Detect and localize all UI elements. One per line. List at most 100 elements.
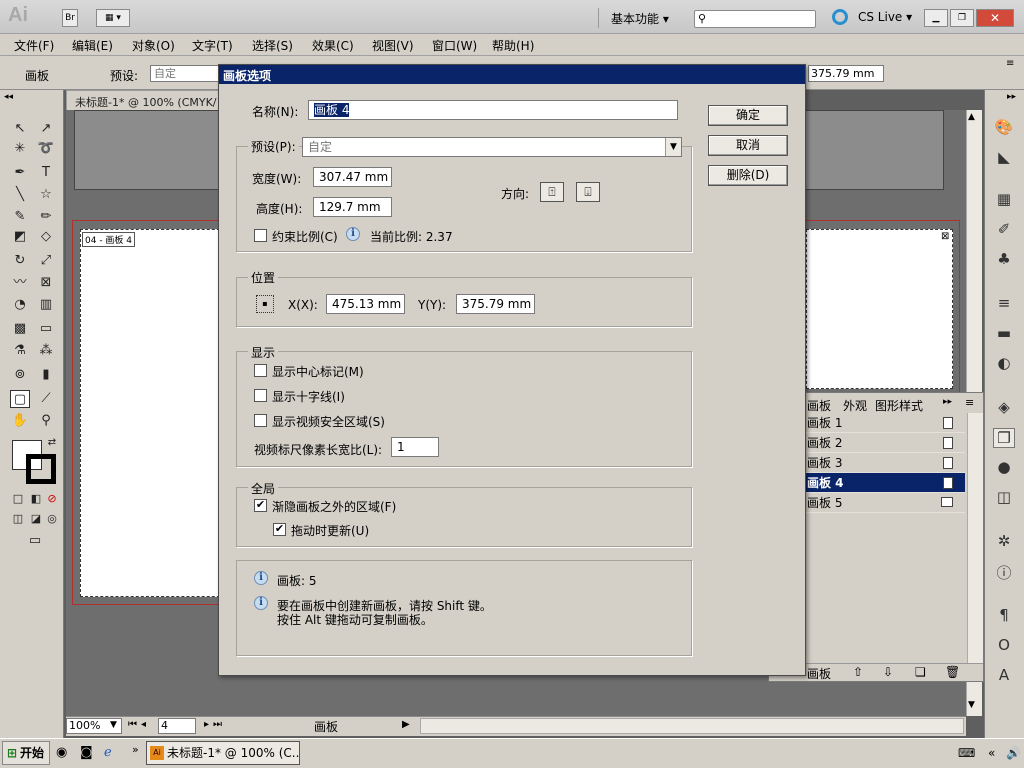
none-mode-icon[interactable]: ⊘ bbox=[42, 490, 62, 508]
zoom-tool-icon[interactable]: ⚲ bbox=[36, 412, 56, 430]
brushes-icon[interactable]: ✐ bbox=[993, 220, 1015, 240]
keyboard-tray-icon[interactable]: ⌨ bbox=[958, 746, 975, 760]
file-manager-icon[interactable]: ◙ bbox=[80, 745, 93, 760]
panel-menu-icon[interactable]: ≡ bbox=[965, 396, 974, 409]
status-menu-icon[interactable]: ▶ bbox=[402, 719, 410, 730]
scale-tool-icon[interactable]: ⤢ bbox=[36, 252, 56, 270]
next-last-artboard-icons[interactable]: ▸⏭ bbox=[204, 719, 226, 730]
graph-tool-icon[interactable]: ▮ bbox=[36, 366, 56, 384]
menu-window[interactable]: 窗口(W) bbox=[432, 37, 477, 54]
magic-wand-tool-icon[interactable]: ✳ bbox=[10, 140, 30, 158]
constrain-checkbox[interactable] bbox=[254, 229, 267, 242]
start-button[interactable]: ⊞ 开始 bbox=[2, 741, 50, 765]
rotate-tool-icon[interactable]: ↻ bbox=[10, 252, 30, 270]
type-tool-icon[interactable]: T bbox=[36, 164, 56, 182]
shape-builder-tool-icon[interactable]: ◔ bbox=[10, 296, 30, 314]
expand-icon[interactable]: ▸▸ bbox=[1007, 92, 1016, 102]
gradient-icon[interactable]: ▬ bbox=[993, 324, 1015, 344]
reference-point-icon[interactable]: ▪ bbox=[256, 295, 274, 313]
new-artboard-icon[interactable]: ❏ bbox=[915, 665, 926, 679]
internet-explorer-icon[interactable]: ℯ bbox=[104, 745, 112, 760]
color-guide-icon[interactable]: ◣ bbox=[993, 148, 1015, 168]
workspace-switcher[interactable]: 基本功能 ▾ bbox=[611, 10, 669, 27]
portrait-orientation-button[interactable]: ⍐ bbox=[540, 182, 564, 202]
screen-mode-icon[interactable]: ▭ bbox=[22, 532, 48, 550]
quicklaunch-more-icon[interactable]: » bbox=[132, 743, 139, 756]
paragraph-icon[interactable]: ¶ bbox=[993, 606, 1015, 626]
show-center-mark-checkbox[interactable] bbox=[254, 364, 267, 377]
draw-normal-icon[interactable]: ◫ bbox=[8, 510, 28, 528]
height-field[interactable]: 129.7 mm bbox=[313, 197, 392, 217]
document-tab[interactable]: 未标题-1* @ 100% (CMYK/ bbox=[66, 90, 226, 110]
slice-tool-icon[interactable]: ⟋ bbox=[36, 390, 56, 408]
cancel-button[interactable]: 取消 bbox=[708, 135, 788, 156]
arrange-documents-button[interactable]: ▦ ▾ bbox=[96, 9, 130, 27]
appearance-icon[interactable]: ● bbox=[993, 458, 1015, 478]
tab-appearance[interactable]: 外观 bbox=[843, 397, 867, 414]
bridge-button[interactable]: Br bbox=[62, 9, 78, 27]
menu-help[interactable]: 帮助(H) bbox=[492, 37, 534, 54]
tray-expand-icon[interactable]: « bbox=[988, 746, 995, 760]
panel-expand-icon[interactable]: ▸▸ bbox=[943, 397, 952, 407]
star-tool-icon[interactable]: ☆ bbox=[36, 186, 56, 204]
ok-button[interactable]: 确定 bbox=[708, 105, 788, 126]
hand-tool-icon[interactable]: ✋ bbox=[10, 412, 30, 430]
line-tool-icon[interactable]: ╲ bbox=[10, 186, 30, 204]
swap-colors-icon[interactable]: ⇄ bbox=[42, 434, 62, 452]
menu-effect[interactable]: 效果(C) bbox=[312, 37, 354, 54]
preset-select[interactable]: 自定 ▼ bbox=[302, 137, 682, 157]
cs-live-menu[interactable]: CS Live ▾ bbox=[858, 10, 912, 24]
direct-selection-tool-icon[interactable]: ↗ bbox=[36, 120, 56, 138]
warp-tool-icon[interactable]: 〰 bbox=[10, 274, 30, 292]
stroke-color-swatch[interactable] bbox=[26, 454, 56, 484]
zoom-chevron-icon[interactable]: ▼ bbox=[110, 720, 117, 730]
collapse-icon[interactable]: ◂◂ bbox=[4, 92, 13, 102]
show-video-safe-checkbox[interactable] bbox=[254, 414, 267, 427]
draw-inside-icon[interactable]: ◎ bbox=[42, 510, 62, 528]
perspective-grid-tool-icon[interactable]: ▥ bbox=[36, 296, 56, 314]
info-panel-icon[interactable]: ⓘ bbox=[993, 562, 1015, 582]
artboard-tool-icon[interactable]: ▢ bbox=[10, 390, 30, 408]
pencil-tool-icon[interactable]: ✏ bbox=[36, 208, 56, 226]
color-panel-icon[interactable]: 🎨 bbox=[993, 118, 1015, 138]
delete-button[interactable]: 删除(D) bbox=[708, 165, 788, 186]
artboard-number-field[interactable]: 4 bbox=[158, 718, 196, 734]
artboards-icon[interactable]: ❐ bbox=[993, 428, 1015, 448]
y-field[interactable]: 375.79 mm bbox=[456, 294, 535, 314]
tab-graphic-styles[interactable]: 图形样式 bbox=[875, 397, 923, 414]
fade-outside-checkbox[interactable]: ✔ bbox=[254, 499, 267, 512]
gradient-tool-icon[interactable]: ▭ bbox=[36, 320, 56, 338]
character-icon[interactable]: A bbox=[993, 666, 1015, 686]
artboard-4[interactable] bbox=[80, 229, 230, 597]
scroll-down-icon[interactable]: ▼ bbox=[968, 700, 975, 710]
selection-tool-icon[interactable]: ↖ bbox=[10, 120, 30, 138]
artboard-close-icon[interactable]: ⊠ bbox=[941, 231, 949, 242]
transparency-icon[interactable]: ◐ bbox=[993, 354, 1015, 374]
lasso-tool-icon[interactable]: ➰ bbox=[36, 140, 56, 158]
free-transform-tool-icon[interactable]: ⊠ bbox=[36, 274, 56, 292]
restore-button[interactable]: ❐ bbox=[950, 9, 974, 27]
close-window-button[interactable]: ✕ bbox=[976, 9, 1014, 27]
panel-menu-icon[interactable]: ≡ bbox=[1006, 58, 1014, 69]
stroke-icon[interactable]: ≡ bbox=[993, 294, 1015, 314]
tab-artboards[interactable]: 画板 bbox=[807, 397, 831, 414]
control-y-field[interactable]: 375.79 mm bbox=[808, 65, 884, 82]
browser-icon[interactable]: ◉ bbox=[56, 745, 67, 760]
scroll-up-icon[interactable]: ▲ bbox=[968, 112, 975, 122]
symbol-sprayer-tool-icon[interactable]: ⊚ bbox=[10, 366, 30, 384]
panel-scrollbar[interactable] bbox=[967, 413, 983, 663]
mesh-tool-icon[interactable]: ▩ bbox=[10, 320, 30, 338]
show-cross-hairs-checkbox[interactable] bbox=[254, 389, 267, 402]
x-field[interactable]: 475.13 mm bbox=[326, 294, 405, 314]
pen-tool-icon[interactable]: ✒ bbox=[10, 164, 30, 182]
taskbar-illustrator-item[interactable]: Ai 未标题-1* @ 100% (C... bbox=[146, 741, 300, 765]
pixel-aspect-ratio-field[interactable]: 1 bbox=[391, 437, 439, 457]
search-input[interactable]: ⚲ bbox=[694, 10, 816, 28]
menu-type[interactable]: 文字(T) bbox=[192, 37, 233, 54]
menu-file[interactable]: 文件(F) bbox=[14, 37, 54, 54]
blend-tool-icon[interactable]: ⁂ bbox=[36, 342, 56, 360]
update-while-dragging-checkbox[interactable]: ✔ bbox=[273, 523, 286, 536]
blob-brush-tool-icon[interactable]: ◩ bbox=[10, 228, 30, 246]
volume-tray-icon[interactable]: 🔊 bbox=[1006, 746, 1021, 760]
artboard-5[interactable] bbox=[806, 229, 953, 389]
